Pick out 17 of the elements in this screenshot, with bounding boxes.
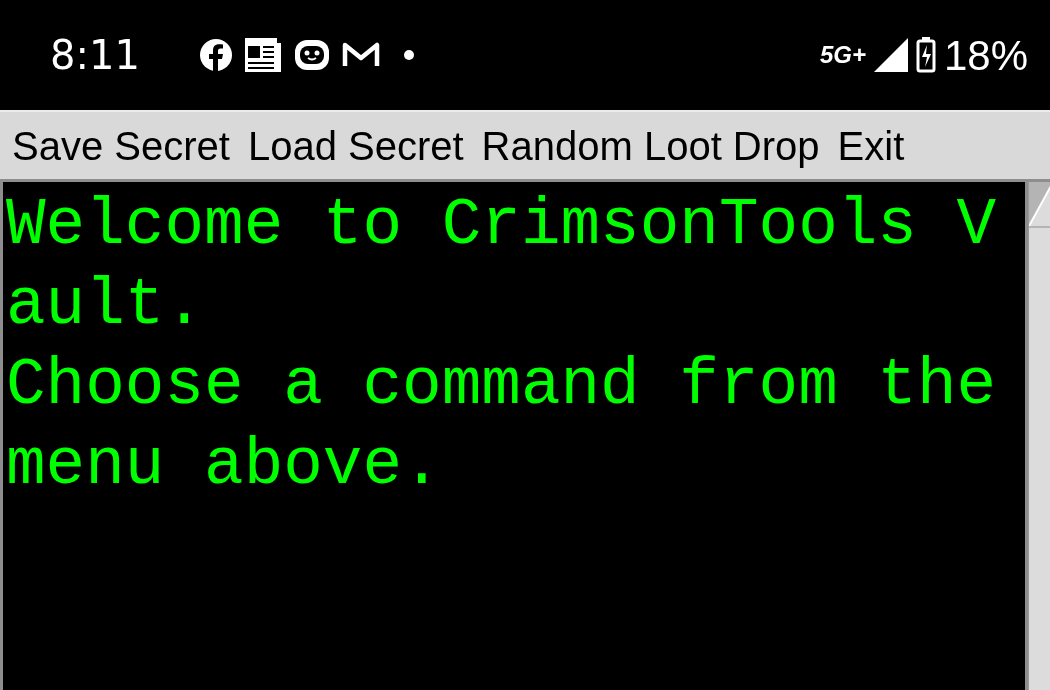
- menu-item[interactable]: Load Secret: [247, 125, 464, 166]
- signal-icon: [873, 38, 908, 72]
- facebook-icon: [199, 39, 232, 71]
- scroll-up-icon[interactable]: [1029, 182, 1050, 228]
- menu-item[interactable]: Save Secret: [12, 125, 230, 166]
- menu-item[interactable]: Exit: [837, 125, 905, 166]
- network-label: 5G+: [819, 40, 866, 70]
- newspaper-icon: [243, 37, 282, 73]
- robot-icon: [293, 37, 330, 73]
- battery-icon: [915, 37, 936, 73]
- battery-level: 18%: [943, 30, 1028, 81]
- dot-icon: [403, 50, 414, 60]
- console-line: Welcome to CrimsonTools Vault.: [6, 187, 997, 345]
- menu-item[interactable]: Random Loot Drop: [481, 125, 820, 166]
- mail-icon: [341, 41, 380, 69]
- console-line: Choose a command from the menu above.: [6, 347, 997, 505]
- status-time: 8:11: [50, 31, 140, 80]
